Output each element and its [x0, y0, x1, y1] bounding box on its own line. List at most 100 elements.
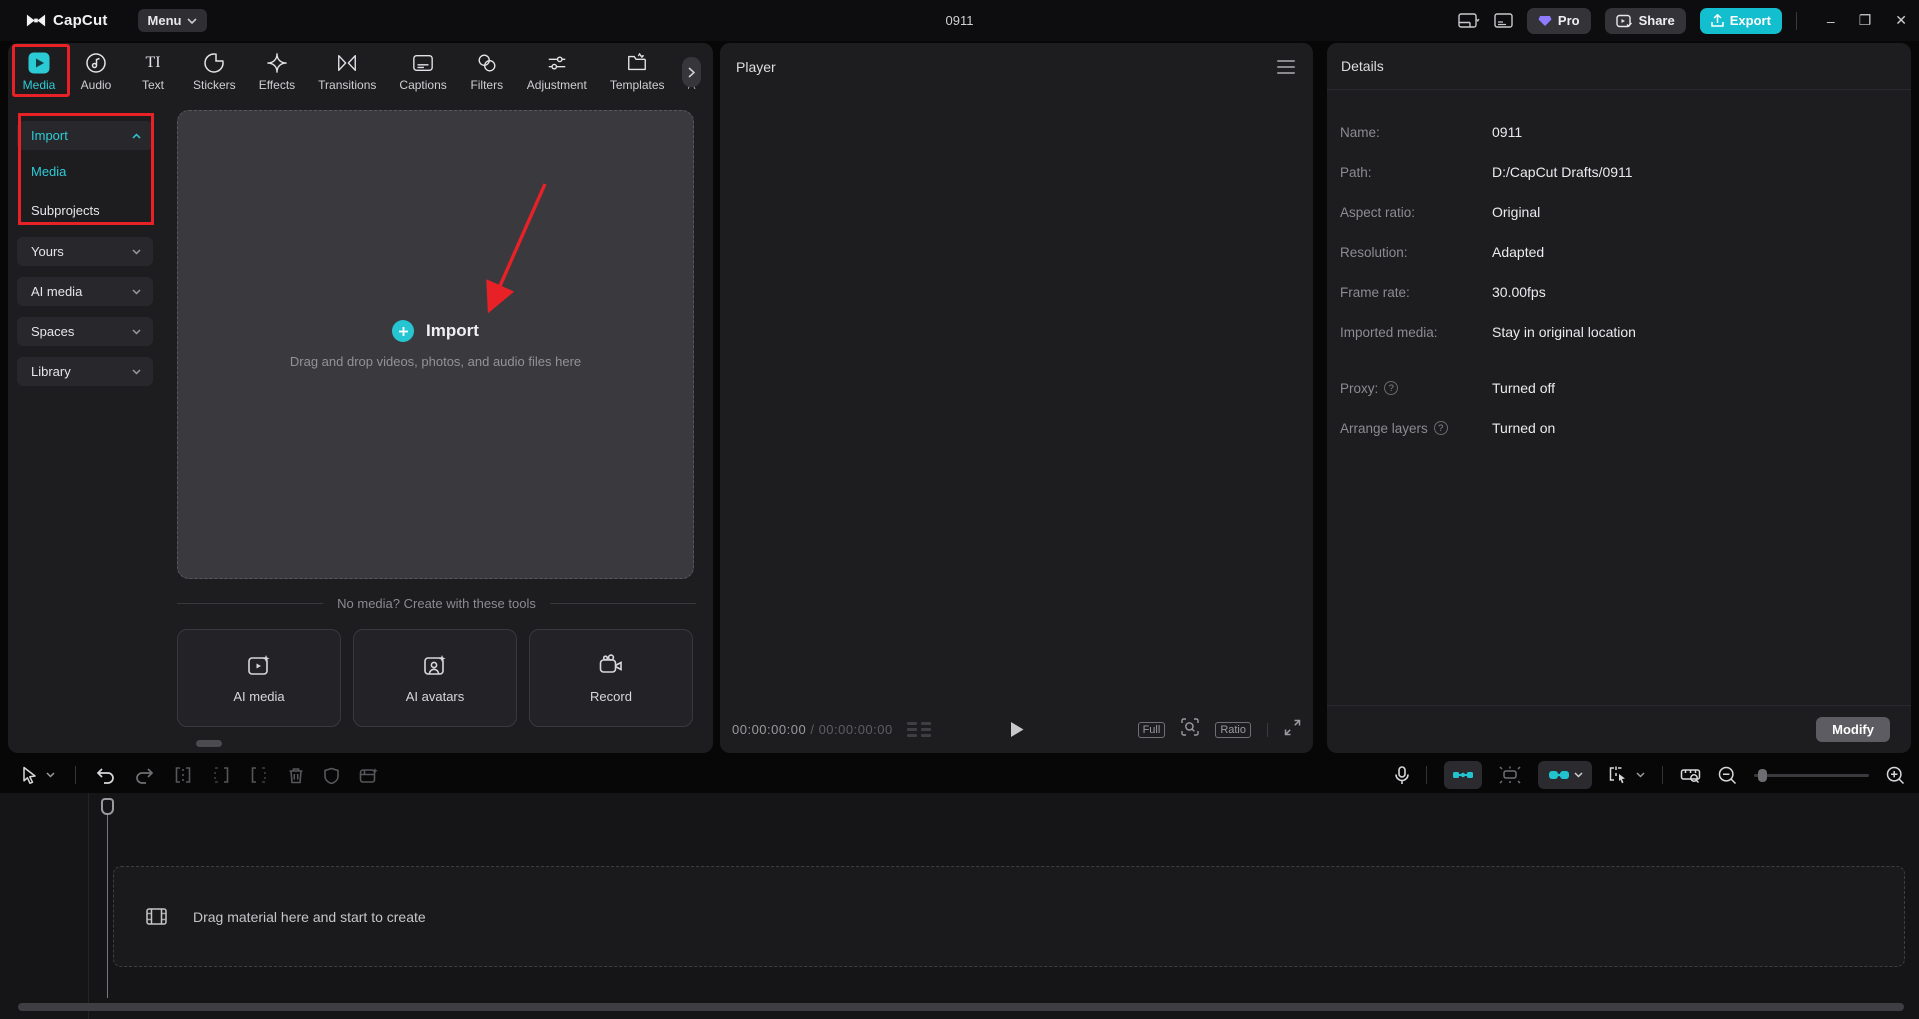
sidebar-item-media[interactable]: Media — [17, 157, 153, 186]
tab-templates[interactable]: Templates — [610, 51, 665, 92]
total-duration: 00:00:00:00 — [818, 722, 893, 737]
field-aspect-ratio: Aspect ratio: Original — [1340, 192, 1911, 232]
mask-button[interactable] — [324, 767, 339, 784]
zoom-in-button[interactable] — [1886, 766, 1905, 785]
sidebar-group-ai-media[interactable]: AI media — [17, 277, 153, 306]
playhead-handle[interactable] — [101, 798, 114, 815]
titlebar-actions: Pro Share Export – ❐ ✕ — [1458, 0, 1919, 41]
field-value: Turned on — [1492, 420, 1556, 436]
select-tool-button[interactable] — [22, 766, 55, 784]
timeline-drop-hint: Drag material here and start to create — [193, 908, 426, 925]
media-sidebar: Import Media Subprojects Yours AI media — [8, 100, 160, 753]
delete-button[interactable] — [288, 767, 304, 784]
timeline-horizontal-scrollbar[interactable] — [18, 1003, 1904, 1011]
field-path: Path: D:/CapCut Drafts/0911 — [1340, 152, 1911, 192]
undo-button[interactable] — [96, 767, 115, 784]
timeline-area[interactable]: Drag material here and start to create — [0, 793, 1919, 1019]
player-menu-icon[interactable] — [1277, 59, 1295, 74]
tool-tabs: Media Audio TI Text Stickers Effects Tra… — [8, 43, 713, 100]
redo-button[interactable] — [135, 767, 154, 784]
player-panel: Player 00:00:00:00 / 00:00:00:00 Full Ra… — [720, 43, 1313, 753]
media-horizontal-scrollbar[interactable] — [196, 740, 222, 747]
capcut-window: CapCut Menu 0911 Pro Share Export – ❐ ✕ … — [0, 0, 1919, 1019]
auto-snap-button[interactable] — [1444, 761, 1482, 789]
ai-avatars-card[interactable]: AI avatars — [353, 629, 517, 727]
pro-diamond-icon — [1538, 15, 1552, 26]
details-panel: Details Name: 0911 Path: D:/CapCut Draft… — [1327, 43, 1911, 753]
tab-transitions[interactable]: Transitions — [318, 51, 376, 92]
sidebar-item-subprojects[interactable]: Subprojects — [17, 196, 153, 225]
adapt-timeline-button[interactable] — [1680, 767, 1701, 784]
timeline-zoom-slider[interactable] — [1754, 768, 1869, 782]
maximize-button[interactable]: ❐ — [1859, 12, 1872, 29]
link-clips-button[interactable] — [1538, 761, 1592, 789]
pro-label: Pro — [1557, 13, 1580, 28]
tab-label: Filters — [470, 78, 504, 92]
window-controls: – ❐ ✕ — [1827, 12, 1907, 29]
sidebar-group-yours[interactable]: Yours — [17, 237, 153, 266]
ratio-button[interactable]: Ratio — [1215, 721, 1251, 738]
create-tools-heading: No media? Create with these tools — [160, 596, 713, 611]
timeline-tools-right — [1395, 761, 1905, 789]
help-icon[interactable]: ? — [1384, 381, 1399, 395]
field-value: D:/CapCut Drafts/0911 — [1492, 164, 1633, 180]
layout-switch-icon[interactable] — [1458, 12, 1480, 29]
tab-stickers[interactable]: Stickers — [193, 51, 236, 92]
zoom-fit-icon[interactable] — [1181, 718, 1200, 741]
tab-captions[interactable]: Captions — [399, 51, 447, 92]
extract-clip-button[interactable] — [359, 767, 378, 784]
minimize-button[interactable]: – — [1827, 13, 1835, 29]
player-header: Player — [720, 43, 1313, 90]
modify-button[interactable]: Modify — [1816, 717, 1890, 742]
ai-media-card[interactable]: AI media — [177, 629, 341, 727]
tab-media[interactable]: Media — [22, 51, 56, 92]
tab-filters[interactable]: Filters — [470, 51, 504, 92]
timeline-dropzone[interactable]: Drag material here and start to create — [113, 866, 1905, 967]
import-action[interactable]: Import — [392, 320, 479, 342]
timecode-separator: / — [810, 722, 815, 737]
preview-axis-button[interactable] — [1609, 766, 1645, 784]
create-tools-heading-text: No media? Create with these tools — [337, 596, 536, 611]
field-label: Name: — [1340, 124, 1380, 140]
split-button[interactable] — [174, 767, 192, 783]
close-button[interactable]: ✕ — [1895, 12, 1907, 29]
help-icon[interactable]: ? — [1433, 421, 1448, 435]
panel-layout-icon[interactable] — [1494, 13, 1513, 28]
voiceover-mic-button[interactable] — [1395, 765, 1409, 785]
frame-grid-icon — [906, 722, 931, 737]
full-view-button[interactable]: Full — [1137, 721, 1166, 738]
fullscreen-icon[interactable] — [1284, 719, 1301, 741]
trim-left-button[interactable] — [212, 767, 230, 783]
field-label: Aspect ratio: — [1340, 204, 1416, 220]
stickers-icon — [203, 51, 225, 75]
field-name: Name: 0911 — [1340, 112, 1911, 152]
menu-button[interactable]: Menu — [137, 9, 208, 32]
tabs-overflow-button[interactable] — [682, 57, 701, 87]
tab-audio[interactable]: Audio — [79, 51, 113, 92]
record-card[interactable]: Record — [529, 629, 693, 727]
field-label: Arrange layers ? — [1340, 421, 1492, 436]
zoom-slider-handle[interactable] — [1758, 768, 1767, 782]
field-label: Proxy: ? — [1340, 381, 1492, 396]
sidebar-group-library[interactable]: Library — [17, 357, 153, 386]
zoom-out-button[interactable] — [1718, 766, 1737, 785]
chevron-down-icon — [46, 772, 55, 778]
play-button[interactable] — [1009, 721, 1024, 738]
tab-label: Adjustment — [526, 78, 587, 92]
trim-right-button[interactable] — [250, 767, 268, 783]
tab-adjustment[interactable]: Adjustment — [527, 51, 587, 92]
export-button[interactable]: Export — [1699, 7, 1782, 34]
import-dropzone[interactable]: Import Drag and drop videos, photos, and… — [177, 110, 694, 579]
sidebar-group-spaces[interactable]: Spaces — [17, 317, 153, 346]
main-track-magnet-icon[interactable] — [1499, 766, 1521, 784]
pro-button[interactable]: Pro — [1526, 7, 1591, 34]
toolbar-divider — [1662, 766, 1663, 784]
sidebar-item-import[interactable]: Import — [17, 121, 153, 150]
field-value: Adapted — [1492, 244, 1545, 260]
ai-avatars-icon — [422, 653, 448, 679]
tab-effects[interactable]: Effects — [259, 51, 295, 92]
filters-icon — [476, 51, 498, 75]
tab-text[interactable]: TI Text — [136, 51, 170, 92]
share-label: Share — [1638, 13, 1675, 28]
share-button[interactable]: Share — [1604, 7, 1686, 34]
